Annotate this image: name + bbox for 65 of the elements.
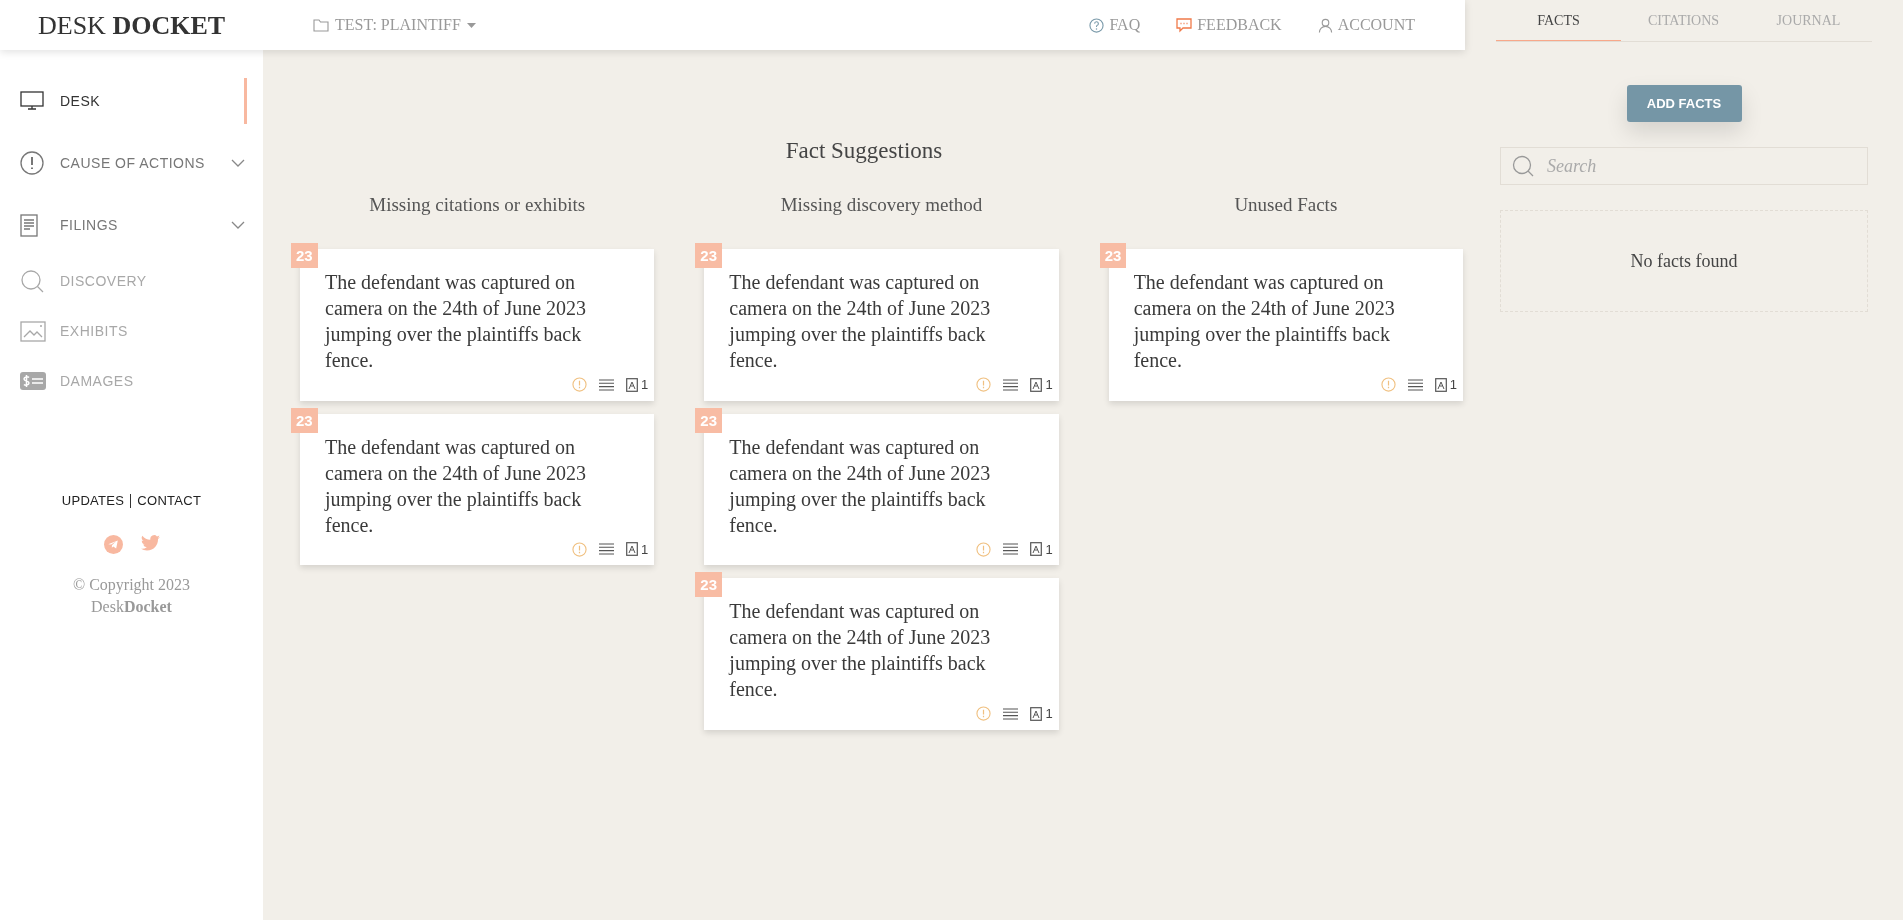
header-link[interactable]: FEEDBACK [1176,13,1282,37]
column-heading: Unused Facts [1234,192,1338,217]
alert-circle-icon [20,151,44,175]
list-icon[interactable] [1003,378,1019,391]
sidebar-item[interactable]: FILINGS [0,194,263,256]
folder-icon [313,18,329,32]
search-icon [20,269,44,293]
list-icon[interactable] [599,543,615,556]
column-heading: Missing discovery method [780,192,983,217]
fact-number-badge: 23 [695,407,722,433]
chevron-down-icon[interactable] [231,221,245,229]
list-icon[interactable] [1407,378,1423,391]
add-facts-button[interactable]: ADD FACTS [1626,85,1742,122]
brand-name: DeskDocket [91,596,172,617]
fact-text: The defendant was captured on camera on the 24th of June 2023 jumping over the plaintiffs back fence. [325,434,588,538]
active-indicator [244,78,247,124]
pdf-file-icon[interactable] [1434,377,1447,392]
panel-tab[interactable]: FACTS [1496,0,1621,41]
pdf-file-icon[interactable] [1030,542,1043,557]
exhibit-count: 1 [1045,705,1053,723]
logo[interactable]: DESK DOCKET [38,10,226,40]
fact-text: The defendant was captured on camera on the 24th of June 2023 jumping over the plaintiffs back fence. [1133,270,1396,373]
header-link[interactable]: FAQ [1089,13,1141,37]
pdf-file-icon[interactable] [1030,377,1043,392]
caret-icon [466,22,476,28]
chevron-down-icon[interactable] [231,159,245,167]
exhibit-count: 1 [641,540,649,559]
fact-text: The defendant was captured on camera on the 24th of June 2023 jumping over the plaintiffs back fence. [729,434,992,538]
list-icon[interactable] [1003,707,1019,720]
help-icon [1089,17,1105,33]
case-selector[interactable]: TEST: PLAINTIFF [313,13,476,37]
search-field[interactable]: Search [1500,147,1868,185]
fact-number-badge: 23 [291,407,318,433]
fact-text: The defendant was captured on camera on the 24th of June 2023 jumping over the plaintiffs back fence. [729,599,992,702]
sidebar-item[interactable]: CAUSE OF ACTIONS [0,132,263,194]
sidebar-item[interactable]: DESK [0,70,263,132]
copyright-text: © Copyright 2023 [72,574,190,596]
pdf-file-icon[interactable] [626,542,639,557]
pdf-file-icon[interactable] [626,377,639,392]
header-link[interactable]: ACCOUNT [1317,13,1415,37]
exhibit-count: 1 [641,376,649,394]
empty-message: No facts found [1630,249,1738,273]
fact-number-badge: 23 [695,572,722,597]
exhibit-count: 1 [1045,376,1053,394]
document-icon [20,213,38,237]
pdf-file-icon[interactable] [1030,706,1043,721]
fact-text: The defendant was captured on camera on the 24th of June 2023 jumping over the plaintiffs back fence. [325,270,588,373]
user-icon [1317,17,1333,33]
money-icon [20,372,46,390]
search-icon [1512,155,1534,177]
exhibit-count: 1 [1045,540,1053,559]
image-icon [20,320,46,342]
chat-icon [1176,17,1193,33]
section-title: Fact Suggestions [785,137,943,165]
fact-number-badge: 23 [291,243,318,268]
fact-text: The defendant was captured on camera on the 24th of June 2023 jumping over the plaintiffs back fence. [729,270,992,373]
exhibit-count: 1 [1449,376,1457,394]
fact-number-badge: 23 [1099,243,1127,268]
list-icon[interactable] [1003,543,1019,556]
footer-link[interactable]: CONTACT [137,491,202,511]
footer-link[interactable]: UPDATES [61,491,125,511]
column-heading: Missing citations or exhibits [369,192,586,217]
fact-number-badge: 23 [695,243,722,268]
list-icon[interactable] [599,378,615,391]
monitor-icon [20,91,44,111]
